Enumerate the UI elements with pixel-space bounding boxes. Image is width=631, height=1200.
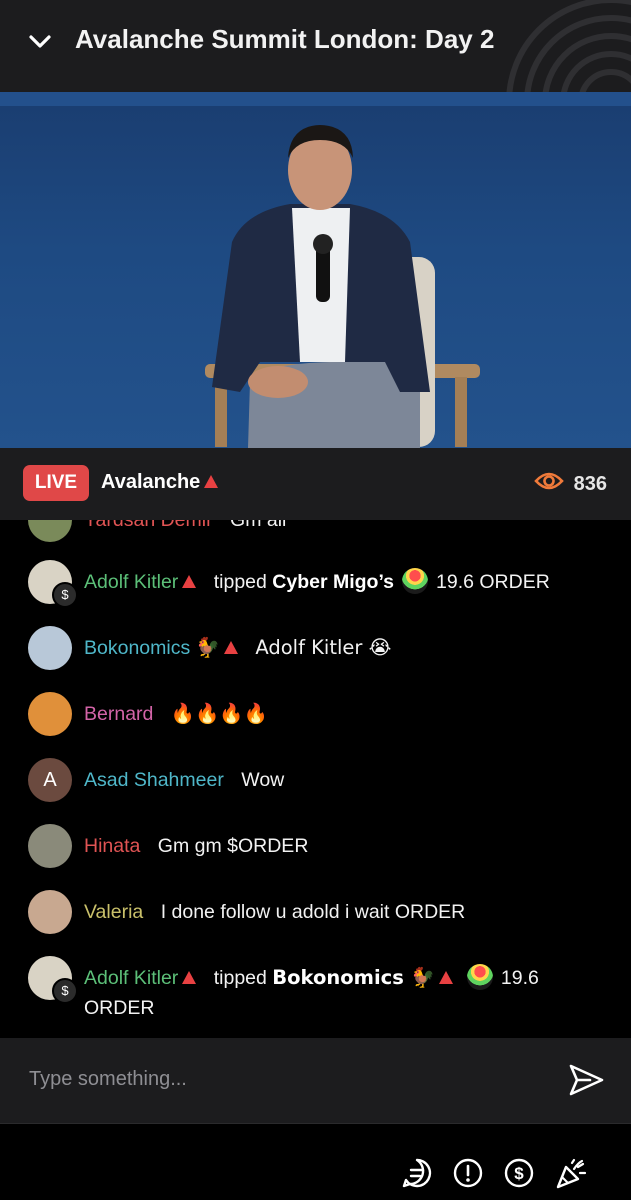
chevron-down-icon[interactable] (24, 26, 56, 58)
avatar: $ (28, 956, 78, 1004)
chat-text: Gm gm $ORDER (157, 835, 309, 857)
tip-target: Bokonomics 🐓 (272, 966, 435, 989)
chat-username[interactable]: Adolf Kitler (84, 571, 178, 593)
page-title: Avalanche Summit London: Day 2 (75, 24, 495, 54)
list-item: Bokonomics 🐓 Adolf Kitler 😭 (28, 626, 611, 670)
chat-username[interactable]: Asad Shahmeer (84, 769, 224, 791)
avatar (28, 692, 72, 736)
tip-target: Cyber Migo’s (272, 571, 394, 593)
avatar (28, 626, 72, 670)
list-item: Bernard 🔥🔥🔥🔥 (28, 692, 611, 736)
list-item: $ Adolf Kitler tipped Cyber Migo’s 19.6 O… (28, 560, 611, 608)
list-item: $ Adolf Kitler tipped Bokonomics 🐓 19.6 O… (28, 956, 611, 1023)
list-item: A Asad Shahmeer Wow (28, 758, 611, 802)
list-item: Hinata Gm gm $ORDER (28, 824, 611, 868)
dollar-icon: $ (52, 582, 78, 608)
chat-text: 🔥🔥🔥🔥 (170, 702, 268, 725)
video-player[interactable] (0, 92, 631, 448)
chat-text: Gm all (230, 520, 287, 531)
avatar-letter: A (43, 769, 57, 791)
order-token-icon (402, 568, 428, 594)
avalanche-icon (182, 575, 197, 588)
video-frame (0, 92, 631, 448)
chat-text: I done follow u adold i wait ORDER (160, 901, 466, 923)
order-token-icon (466, 964, 493, 990)
svg-text:$: $ (514, 1164, 524, 1183)
viewer-count-value: 836 (573, 472, 607, 495)
avatar (28, 520, 72, 542)
channel-name[interactable]: Avalanche (101, 471, 219, 494)
avatar (28, 824, 72, 868)
chat-username[interactable]: Adolf Kitler (84, 967, 178, 989)
message-input[interactable]: Type something... (29, 1068, 187, 1091)
header: Avalanche Summit London: Day 2 (0, 0, 631, 92)
party-icon[interactable] (554, 1157, 587, 1189)
dollar-icon: $ (52, 978, 78, 1004)
chat-list[interactable]: Yardsan Demir Gm all $ Adolf Kitler tipp… (0, 520, 631, 1038)
bottom-toolbar (0, 1124, 631, 1200)
tip-amount: 19.6 ORDER (436, 571, 550, 593)
dollar-icon[interactable]: $ (503, 1157, 535, 1189)
viewer-count: 836 (533, 470, 607, 498)
avalanche-icon (204, 475, 219, 488)
list-item: Yardsan Demir Gm all (28, 520, 611, 542)
chat-username[interactable]: Valeria (84, 901, 143, 923)
alert-icon[interactable] (452, 1157, 484, 1189)
chat-username[interactable]: Yardsan Demir (84, 520, 213, 531)
send-icon[interactable] (566, 1060, 606, 1100)
avalanche-icon (438, 971, 453, 984)
avatar: $ (28, 560, 78, 608)
chat-action: tipped (213, 967, 267, 989)
chat-icon[interactable] (401, 1157, 433, 1189)
avalanche-icon (182, 971, 197, 984)
rooster-emoji: 🐓 (195, 636, 220, 659)
eye-icon (533, 470, 564, 498)
chat-username[interactable]: Bernard (84, 703, 153, 725)
chat-text: Wow (241, 769, 285, 791)
list-item: Valeria I done follow u adold i wait ORD… (28, 890, 611, 934)
avatar (28, 890, 72, 934)
avalanche-icon (223, 641, 238, 654)
chat-username[interactable]: Hinata (84, 835, 140, 857)
decor-graphic (506, 0, 631, 92)
chat-action: tipped (213, 571, 267, 593)
chat-username[interactable]: Bokonomics (84, 637, 190, 659)
chat-text: Adolf Kitler 😭 (255, 636, 392, 659)
avatar: A (28, 758, 72, 802)
live-badge: LIVE (23, 465, 89, 501)
